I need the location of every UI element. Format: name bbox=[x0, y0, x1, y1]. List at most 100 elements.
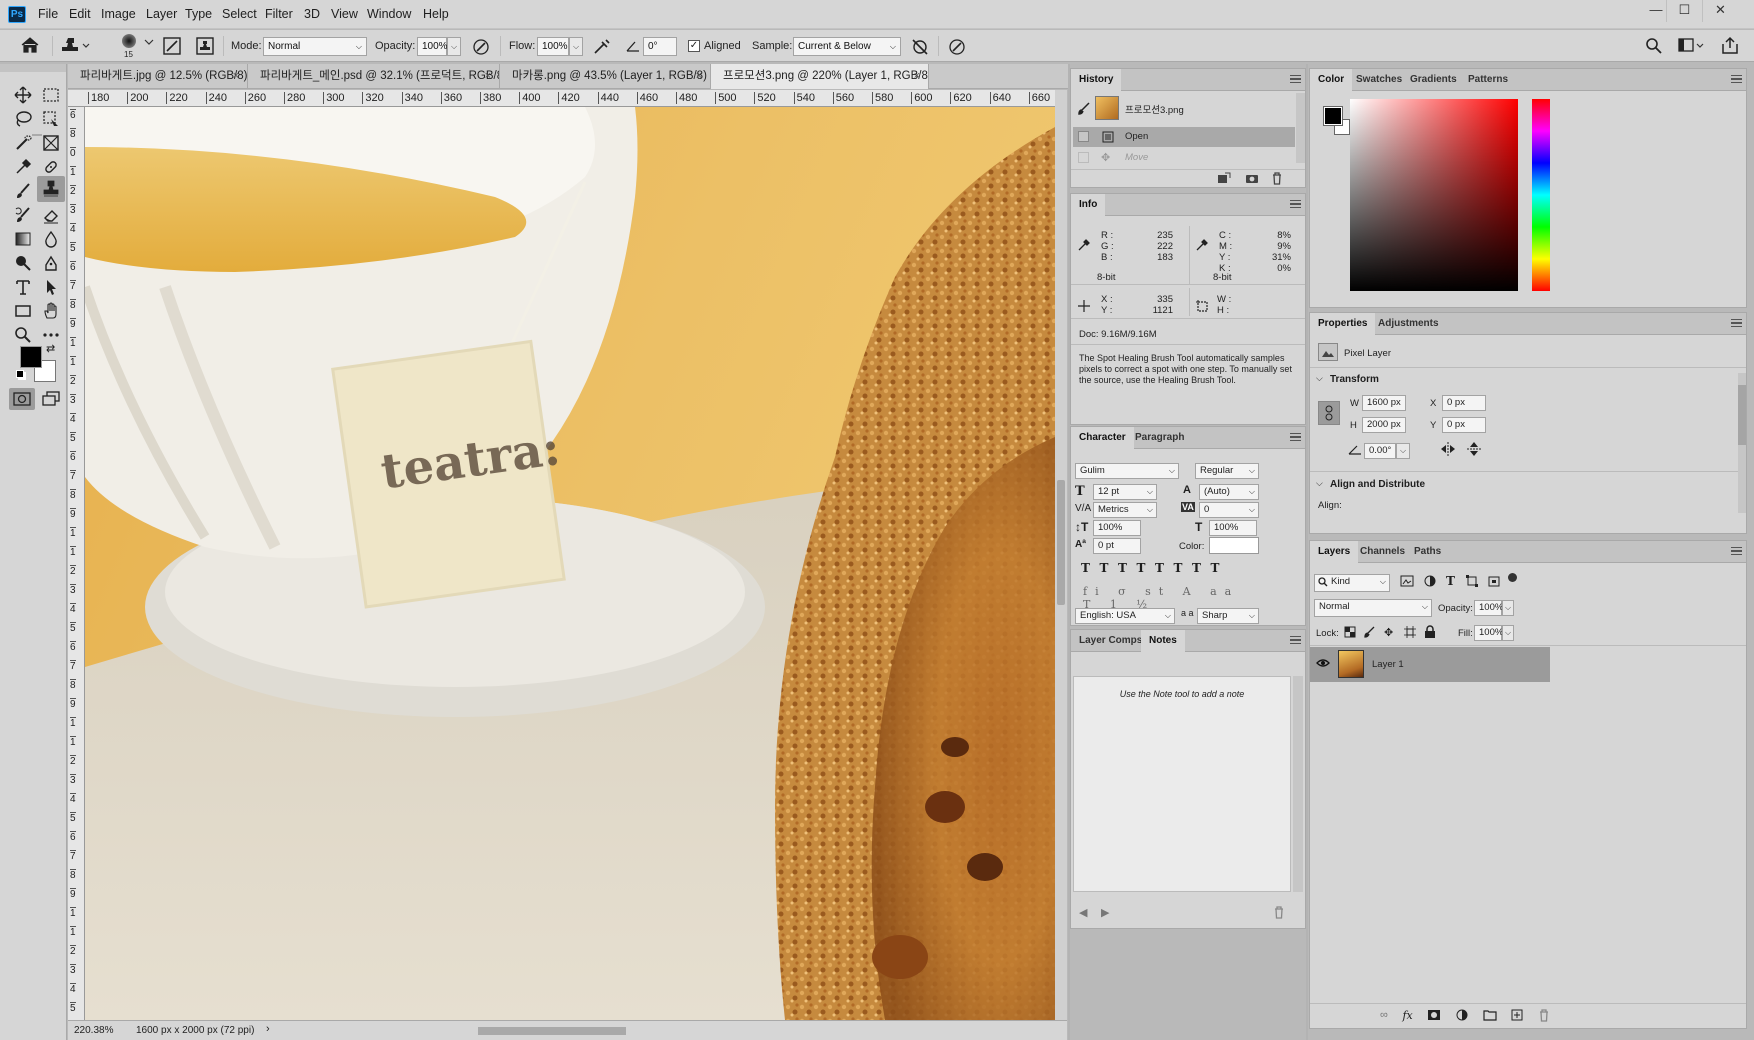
hue-slider[interactable] bbox=[1532, 99, 1550, 291]
notes-area[interactable]: Use the Note tool to add a note bbox=[1073, 676, 1291, 892]
close-tab-icon[interactable]: × bbox=[696, 64, 702, 88]
kerning-select[interactable]: Metrics ⌵ bbox=[1093, 502, 1157, 518]
close-button[interactable]: ✕ bbox=[1702, 0, 1738, 22]
tab-layer-comps[interactable]: Layer Comps bbox=[1071, 630, 1150, 652]
eyedropper-icon-2[interactable] bbox=[1195, 238, 1209, 252]
quick-mask-icon[interactable] bbox=[9, 388, 35, 410]
opacity-field[interactable]: 100% bbox=[417, 37, 448, 56]
tab-document-2[interactable]: 파리바게트_메인.psd @ 32.1% (프로덕트, RGB/8) × bbox=[248, 64, 500, 89]
next-note-icon[interactable]: ▶ bbox=[1101, 906, 1109, 919]
leading-select[interactable]: (Auto) ⌵ bbox=[1199, 484, 1259, 500]
previous-note-icon[interactable]: ◀ bbox=[1079, 906, 1087, 919]
rotation-field[interactable]: 0.00° bbox=[1364, 443, 1396, 459]
tab-properties[interactable]: Properties bbox=[1310, 313, 1376, 335]
clone-stamp-preset-icon[interactable] bbox=[62, 36, 92, 56]
airbrush-icon[interactable] bbox=[592, 37, 612, 57]
new-document-from-state-icon[interactable] bbox=[1217, 172, 1231, 184]
menu-view[interactable]: View bbox=[331, 7, 358, 21]
filter-smart-object-icon[interactable] bbox=[1488, 575, 1500, 587]
camera-icon[interactable] bbox=[1245, 172, 1259, 184]
flow-field[interactable]: 100% bbox=[537, 37, 569, 56]
screen-mode-icon[interactable] bbox=[39, 388, 63, 410]
font-size-select[interactable]: 12 pt ⌵ bbox=[1093, 484, 1157, 500]
faux-style-buttons[interactable]: TTTTTTTT bbox=[1081, 561, 1261, 575]
height-field[interactable]: 2000 px bbox=[1362, 417, 1406, 433]
maximize-button[interactable]: ☐ bbox=[1666, 0, 1702, 22]
close-tab-icon[interactable]: × bbox=[233, 64, 239, 88]
layer-name[interactable]: Layer 1 bbox=[1372, 659, 1404, 670]
blend-mode-select[interactable]: Normal ⌵ bbox=[1314, 599, 1432, 617]
font-style-select[interactable]: Regular ⌵ bbox=[1195, 463, 1259, 479]
brush-dropdown-icon[interactable] bbox=[144, 38, 154, 46]
link-dimensions-icon[interactable] bbox=[1318, 401, 1340, 425]
lock-transparent-icon[interactable] bbox=[1344, 626, 1356, 638]
menu-type[interactable]: Type bbox=[185, 7, 212, 21]
baseline-shift-field[interactable]: 0 pt bbox=[1093, 538, 1141, 554]
flow-dropdown[interactable]: ⌵ bbox=[569, 37, 583, 56]
lock-artboard-icon[interactable] bbox=[1404, 626, 1416, 638]
angle-field[interactable]: 0° bbox=[643, 37, 677, 56]
rectangle-tool-icon[interactable] bbox=[11, 300, 35, 322]
tab-gradients[interactable]: Gradients bbox=[1402, 69, 1465, 91]
mode-select[interactable]: Normal ⌵ bbox=[263, 37, 367, 56]
menu-help[interactable]: Help bbox=[423, 7, 449, 21]
type-tool-icon[interactable] bbox=[11, 276, 35, 298]
canvas-vertical-scrollbar[interactable] bbox=[1055, 90, 1067, 1020]
panel-menu-icon[interactable] bbox=[1731, 319, 1742, 327]
filter-pixel-icon[interactable] bbox=[1400, 575, 1414, 587]
panel-menu-icon[interactable] bbox=[1290, 200, 1301, 208]
eye-icon[interactable] bbox=[1316, 658, 1330, 668]
document-canvas[interactable]: teatra: bbox=[85, 107, 1055, 1020]
layer-filter-select[interactable]: Kind ⌵ bbox=[1314, 574, 1390, 592]
new-group-icon[interactable] bbox=[1483, 1009, 1497, 1021]
brush-tool-icon[interactable] bbox=[11, 180, 35, 202]
menu-select[interactable]: Select bbox=[222, 7, 257, 21]
menu-filter[interactable]: Filter bbox=[265, 7, 293, 21]
tab-paths[interactable]: Paths bbox=[1406, 541, 1449, 563]
tab-document-4[interactable]: 프로모션3.png @ 220% (Layer 1, RGB/8) × bbox=[711, 64, 929, 89]
brush-preview-icon[interactable] bbox=[122, 34, 136, 48]
eraser-tool-icon[interactable] bbox=[39, 204, 63, 226]
pen-tool-icon[interactable] bbox=[39, 252, 63, 274]
menu-3d[interactable]: 3D bbox=[304, 7, 320, 21]
zoom-level[interactable]: 220.38% bbox=[74, 1025, 113, 1036]
clone-stamp-tool-icon[interactable] bbox=[37, 176, 65, 202]
filter-shape-icon[interactable] bbox=[1466, 575, 1478, 587]
vertical-scale-field[interactable]: 100% bbox=[1093, 520, 1141, 536]
layer-row[interactable]: Layer 1 bbox=[1310, 647, 1550, 682]
lasso-tool-icon[interactable] bbox=[11, 108, 35, 130]
history-scrollbar[interactable] bbox=[1296, 93, 1305, 163]
panel-menu-icon[interactable] bbox=[1731, 547, 1742, 555]
fill-field[interactable]: 100% bbox=[1474, 625, 1503, 641]
add-mask-icon[interactable] bbox=[1427, 1009, 1441, 1021]
path-selection-icon[interactable] bbox=[39, 276, 63, 298]
delete-note-icon[interactable] bbox=[1273, 906, 1285, 919]
horizontal-scroll-thumb[interactable] bbox=[478, 1027, 626, 1035]
tab-channels[interactable]: Channels bbox=[1352, 541, 1413, 563]
new-layer-icon[interactable] bbox=[1511, 1009, 1523, 1021]
tab-color[interactable]: Color bbox=[1310, 69, 1353, 91]
tab-info[interactable]: Info bbox=[1071, 194, 1106, 216]
share-icon[interactable] bbox=[1720, 36, 1740, 56]
antialias-select[interactable]: Sharp ⌵ bbox=[1197, 608, 1259, 624]
menu-edit[interactable]: Edit bbox=[69, 7, 91, 21]
flip-horizontal-icon[interactable] bbox=[1440, 441, 1456, 457]
gradient-tool-icon[interactable] bbox=[11, 228, 35, 250]
y-field[interactable]: 0 px bbox=[1442, 417, 1486, 433]
quick-selection-icon[interactable] bbox=[11, 132, 35, 154]
panel-menu-icon[interactable] bbox=[1290, 636, 1301, 644]
menu-image[interactable]: Image bbox=[101, 7, 136, 21]
eyedropper-icon[interactable] bbox=[1077, 238, 1091, 252]
link-layers-icon[interactable]: ∞ bbox=[1380, 1009, 1388, 1021]
filter-type-icon[interactable]: T bbox=[1446, 574, 1455, 588]
tab-character[interactable]: Character bbox=[1071, 427, 1134, 449]
trash-icon[interactable] bbox=[1271, 172, 1283, 185]
status-expand-icon[interactable]: › bbox=[266, 1023, 270, 1035]
history-item[interactable]: ✥ Move bbox=[1073, 148, 1295, 168]
panel-menu-icon[interactable] bbox=[1731, 75, 1742, 83]
aligned-checkbox[interactable]: ✓ bbox=[688, 40, 700, 52]
color-foreground-swatch[interactable] bbox=[1323, 106, 1343, 126]
close-tab-icon[interactable]: × bbox=[485, 64, 491, 88]
tab-swatches[interactable]: Swatches bbox=[1348, 69, 1410, 91]
layer-opacity-field[interactable]: 100% bbox=[1474, 600, 1503, 616]
